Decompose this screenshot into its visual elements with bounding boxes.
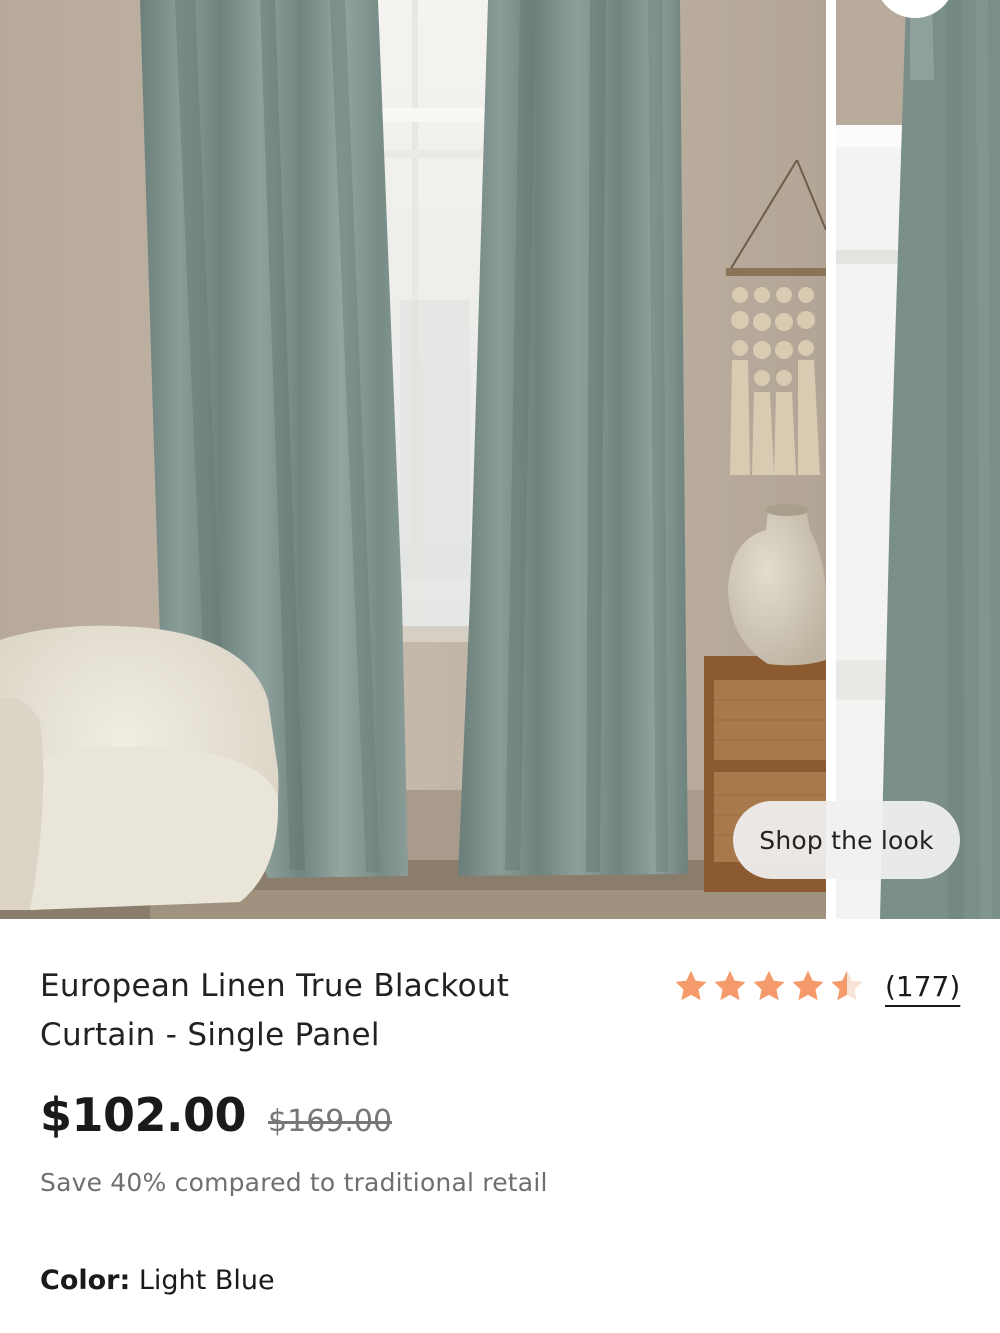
original-price: $169.00 (268, 1104, 393, 1139)
star-icon (792, 970, 824, 1001)
review-count-link[interactable]: (177) (885, 970, 960, 1003)
shop-the-look-button[interactable]: Shop the look (733, 801, 960, 879)
color-label: Color: (40, 1265, 131, 1296)
color-value: Light Blue (138, 1265, 275, 1296)
star-icon (753, 970, 785, 1001)
color-selector-label: Color: Light Blue (40, 1265, 275, 1296)
current-price: $102.00 (40, 1088, 247, 1142)
product-rating[interactable]: (177) (673, 963, 960, 1009)
half-star-icon (831, 970, 863, 1001)
star-icon (675, 970, 707, 1001)
product-photo-main[interactable] (0, 0, 826, 919)
savings-text: Save 40% compared to traditional retail (40, 1168, 548, 1197)
product-image-gallery[interactable]: Shop the look (0, 0, 1000, 919)
star-icon (714, 970, 746, 1001)
product-title-line-2: Curtain - Single Panel (40, 1017, 380, 1053)
product-photo-next-preview[interactable] (836, 0, 1000, 919)
rating-stars (673, 968, 865, 1004)
product-title: European Linen True Blackout Curtain - S… (40, 962, 600, 1060)
price-row: $102.00 $169.00 (40, 1088, 392, 1142)
product-title-line-1: European Linen True Blackout (40, 968, 510, 1004)
